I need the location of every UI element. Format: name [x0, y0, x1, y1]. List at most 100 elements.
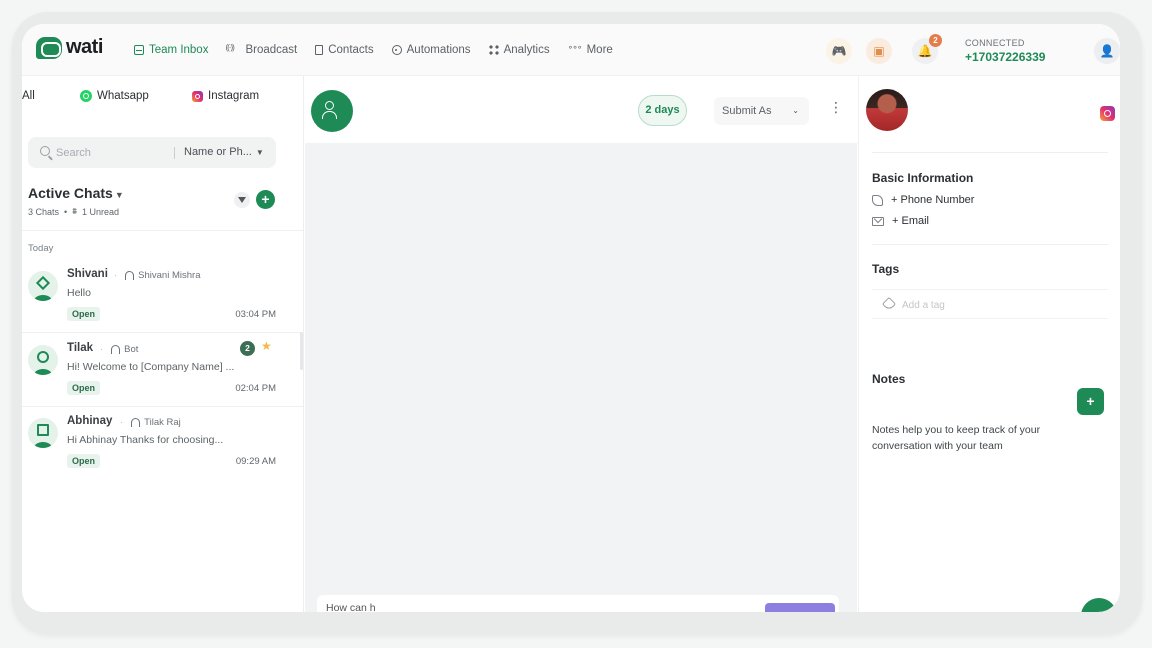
analytics-icon	[488, 45, 499, 55]
nav-label: Contacts	[328, 44, 374, 56]
gamepad-icon[interactable]: 🎮	[826, 38, 852, 64]
status-badge: Open	[67, 381, 101, 395]
tab-whatsapp[interactable]: Whatsapp	[80, 90, 149, 102]
active-chats-title: Active Chats	[28, 185, 113, 201]
chevron-down-icon: ⌄	[792, 106, 799, 115]
chat-row-abhinay[interactable]: Abhinay · Tilak Raj Hi Abhinay Thanks fo…	[22, 407, 304, 480]
section-label: Today	[28, 243, 54, 254]
nav-analytics[interactable]: Analytics	[488, 44, 550, 56]
phone-icon	[872, 194, 883, 206]
chat-name: Tilak	[67, 342, 93, 354]
avatar-body	[34, 442, 52, 448]
instagram-icon	[1100, 106, 1115, 121]
search-input[interactable]	[56, 143, 166, 162]
add-email-label: + Email	[892, 215, 929, 227]
logo-text: wati	[66, 36, 103, 58]
add-phone-button[interactable]: + Phone Number	[872, 194, 974, 206]
chat-bubble-icon	[36, 36, 62, 59]
avatar	[28, 418, 58, 448]
contact-photo[interactable]	[866, 89, 908, 131]
star-icon[interactable]: ★	[261, 339, 272, 353]
nav-broadcast[interactable]: Broadcast	[225, 43, 297, 56]
bell-icon[interactable]: 🔔 2	[912, 34, 942, 64]
agent-name: Tilak Raj	[144, 417, 181, 428]
automations-icon	[391, 45, 402, 55]
chat-agent: · Bot	[100, 344, 138, 355]
connection-label: CONNECTED	[965, 38, 1025, 48]
separator-dot: ·	[114, 270, 118, 281]
agent-name: Shivani Mishra	[138, 270, 201, 281]
status-badge: Open	[67, 454, 101, 468]
conversation-panel: 2 days Submit As ⌄ How can h	[305, 76, 857, 612]
headset-icon	[131, 418, 141, 427]
floating-action-button[interactable]	[1081, 598, 1117, 612]
avatar-shape	[37, 351, 49, 363]
tab-label: Whatsapp	[97, 90, 149, 102]
active-chats-dropdown[interactable]: Active Chats ▼	[28, 185, 124, 201]
filter-icon[interactable]	[234, 192, 250, 208]
add-note-button[interactable]: +	[1077, 388, 1104, 415]
app-screen: wati Team Inbox Broadcast Contacts Autom…	[22, 24, 1120, 612]
divider	[174, 147, 175, 159]
tab-instagram[interactable]: Instagram	[192, 90, 259, 102]
tag-icon	[881, 296, 897, 312]
message-area: How can h	[305, 143, 857, 612]
chat-time: 02:04 PM	[235, 383, 276, 394]
avatar-body	[34, 295, 52, 301]
notification-badge: 2	[929, 34, 942, 47]
submit-as-label: Submit As	[722, 105, 772, 117]
wallet-icon[interactable]: ▣	[866, 38, 892, 64]
send-button[interactable]	[765, 603, 835, 612]
basic-info-heading: Basic Information	[872, 171, 974, 185]
tags-heading: Tags	[872, 262, 900, 276]
add-email-button[interactable]: + Email	[872, 215, 929, 227]
avatar-shape	[37, 424, 49, 436]
avatar-shape	[35, 275, 51, 291]
contact-group-icon[interactable]	[311, 90, 353, 132]
tag-input[interactable]	[902, 296, 1052, 314]
nav-more[interactable]: More	[568, 42, 613, 56]
search-type-select[interactable]: Name or Ph... ▼	[184, 146, 264, 158]
whatsapp-icon	[80, 90, 92, 102]
chat-name: Abhinay	[67, 415, 113, 427]
search-box: Name or Ph... ▼	[28, 137, 276, 168]
search-icon	[40, 146, 50, 156]
headset-icon	[125, 271, 135, 280]
contact-info-panel: Basic Information + Phone Number + Email…	[858, 76, 1120, 612]
user-avatar-icon[interactable]: 👤	[1094, 38, 1120, 64]
nav-team-inbox[interactable]: Team Inbox	[134, 44, 208, 56]
message-composer[interactable]: How can h	[317, 595, 839, 612]
session-timer-badge: 2 days	[638, 95, 687, 126]
separator-dot: ·	[120, 417, 124, 428]
search-type-label: Name or Ph...	[184, 146, 252, 158]
tag-field	[872, 289, 1108, 319]
chat-agent: · Shivani Mishra	[114, 270, 200, 281]
submit-as-dropdown[interactable]: Submit As ⌄	[714, 97, 809, 125]
more-options-icon[interactable]	[829, 99, 843, 118]
nav-automations[interactable]: Automations	[391, 44, 471, 56]
connected-number: +17037226339	[965, 50, 1046, 64]
more-icon	[568, 42, 582, 55]
composer-text: How can h	[326, 602, 376, 612]
tab-all[interactable]: All	[22, 90, 35, 102]
broadcast-icon	[225, 43, 240, 55]
nav-label: More	[586, 44, 613, 56]
wati-logo[interactable]: wati	[36, 36, 103, 59]
chat-row-tilak[interactable]: Tilak · Bot 2 ★ Hi! Welcome to [Company …	[22, 334, 304, 407]
notes-heading: Notes	[872, 372, 906, 386]
tab-label: All	[22, 90, 35, 102]
nav-label: Automations	[406, 44, 471, 56]
chat-row-shivani[interactable]: Shivani · Shivani Mishra Hello Open 03:0…	[22, 260, 304, 333]
chat-counts: 3 Chats • ⩩ 1 Unread	[28, 206, 119, 217]
panel-resize-handle[interactable]	[300, 332, 303, 370]
add-chat-button[interactable]: +	[256, 190, 275, 209]
avatar	[28, 271, 58, 301]
divider	[872, 152, 1108, 153]
add-phone-label: + Phone Number	[891, 194, 975, 206]
chat-preview: Hi Abhinay Thanks for choosing...	[67, 434, 224, 446]
mail-icon	[872, 216, 884, 226]
channel-tabs: All Whatsapp Instagram	[22, 90, 304, 110]
unread-count: 1 Unread	[82, 206, 120, 217]
connection-status: CONNECTED +17037226339	[965, 38, 1085, 64]
nav-contacts[interactable]: Contacts	[315, 44, 374, 56]
